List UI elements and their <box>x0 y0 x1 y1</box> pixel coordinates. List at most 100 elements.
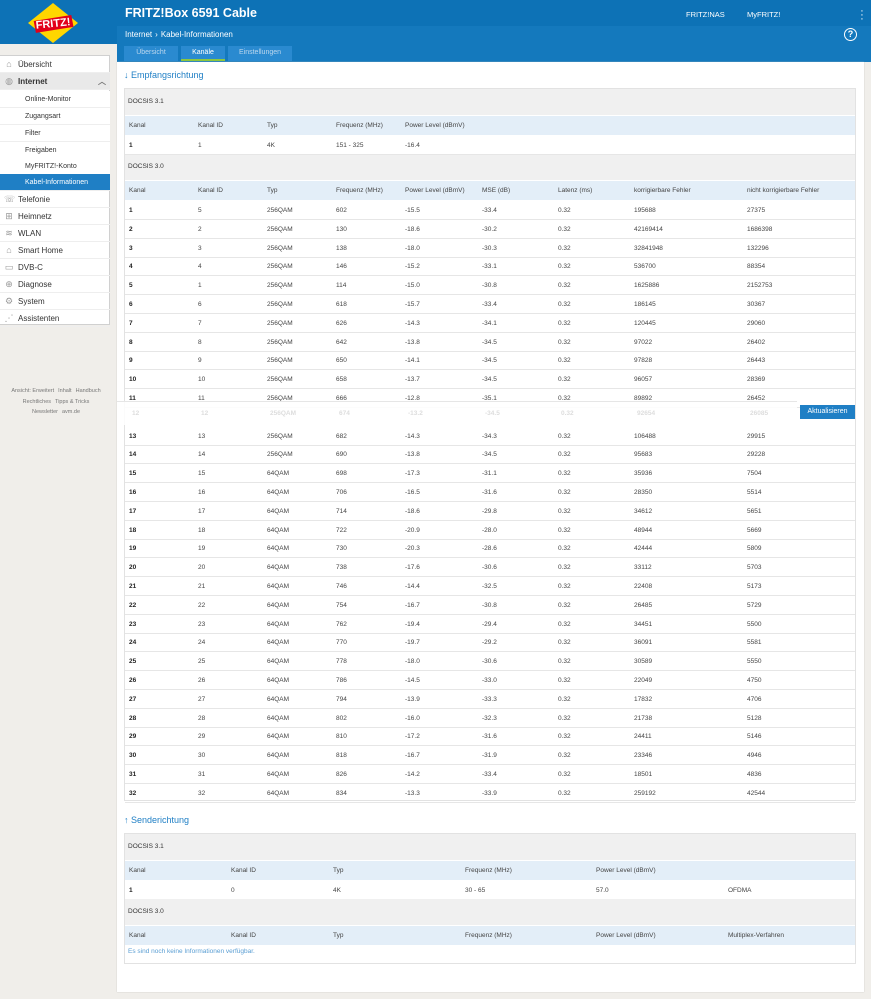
table-cell: 25 <box>198 658 206 666</box>
table-cell: 256QAM <box>267 207 293 214</box>
docsis30-up-label: DOCSIS 3.0 <box>125 899 855 925</box>
table-cell: 7 <box>198 319 202 327</box>
table-cell: -34.3 <box>482 432 497 440</box>
table-cell: 256QAM <box>267 301 293 308</box>
column-header: Kanal <box>129 122 146 129</box>
column-header: Frequenz (MHz) <box>336 187 383 194</box>
table-cell: 19 <box>198 545 206 553</box>
tab-channels[interactable]: Kanäle <box>181 46 225 61</box>
sidebar-item-filter[interactable]: Filter <box>0 125 110 142</box>
table-cell: 64QAM <box>267 620 290 628</box>
footer-link[interactable]: Inhalt <box>58 388 71 394</box>
sidebar-item-freigaben[interactable]: Freigaben <box>0 142 110 159</box>
table-cell: 64QAM <box>267 489 290 496</box>
sidebar-item-online-monitor[interactable]: Online-Monitor <box>0 91 110 108</box>
footer-link[interactable]: avm.de <box>62 409 80 415</box>
table-cell: 0.32 <box>558 507 571 515</box>
table-cell: 13 <box>129 432 137 440</box>
table-cell: 794 <box>336 695 347 703</box>
table-cell: 4 <box>129 263 133 271</box>
table-cell: 4836 <box>747 771 762 778</box>
table-cell: 602 <box>336 207 347 214</box>
sidebar-item-kabel-informationen[interactable]: Kabel-Informationen <box>0 174 110 191</box>
table-cell: -17.2 <box>405 733 420 741</box>
more-menu-icon[interactable]: · · · <box>859 6 865 25</box>
table-cell: 4706 <box>747 695 762 703</box>
footer-link[interactable]: Rechtliches <box>23 399 51 405</box>
table-cell: 5550 <box>747 658 762 666</box>
table-row: 21 21 64QAM 746 -14.4 -32.5 0.32 22408 5173 <box>125 577 855 596</box>
table-cell: -18.6 <box>405 507 420 515</box>
help-icon[interactable]: ? <box>844 28 857 41</box>
table-cell: 42169414 <box>634 225 663 233</box>
table-cell: -17.3 <box>405 470 420 478</box>
table-cell: 106488 <box>634 432 656 440</box>
table-cell: 29060 <box>747 319 766 327</box>
sidebar-item-diagnose[interactable]: ⊕ Diagnose <box>0 276 110 293</box>
fritz-nas-link[interactable]: FRITZ!NAS <box>686 10 725 19</box>
table-cell: 0.32 <box>558 470 571 478</box>
table-cell: -14.5 <box>405 677 420 684</box>
table-cell: 2 <box>198 225 202 233</box>
myfritz-link[interactable]: MyFRITZ! <box>747 10 780 19</box>
table-row: 17 17 64QAM 714 -18.6 -29.8 0.32 34612 5651 <box>125 502 855 521</box>
chevron-up-icon[interactable]: ︿ <box>98 73 106 90</box>
footer-link[interactable]: Tipps & Tricks <box>55 399 89 405</box>
table-cell: -13.7 <box>405 376 420 384</box>
sidebar-item-wlan[interactable]: ≋ WLAN <box>0 225 110 242</box>
table-cell: -32.5 <box>482 583 497 590</box>
table-cell: 256QAM <box>267 338 293 346</box>
table-cell: 786 <box>336 677 347 684</box>
column-header: Power Level (dBmV) <box>405 122 465 129</box>
footer-link[interactable]: Handbuch <box>76 388 101 394</box>
sidebar-item-label: Assistenten <box>18 314 60 323</box>
wifi-icon: ≋ <box>5 228 13 238</box>
sidebar-item-system[interactable]: ⚙ System <box>0 293 110 310</box>
fritz-logo[interactable]: FRITZ! <box>26 2 80 44</box>
sidebar-item-dvb-c[interactable]: ▭ DVB-C <box>0 259 110 276</box>
sidebar-item-zugangsart[interactable]: Zugangsart <box>0 108 110 125</box>
table-cell: 1686398 <box>747 225 773 233</box>
table-cell: -18.0 <box>405 658 420 666</box>
sidebar-item-label: DVB-C <box>18 263 43 272</box>
tv-icon: ▭ <box>4 262 14 272</box>
column-header: nicht korrigierbare Fehler <box>747 187 820 194</box>
sidebar-item-assistenten[interactable]: ⋰ Assistenten <box>0 310 110 327</box>
footer-link[interactable]: Newsletter <box>32 409 58 415</box>
table-row: 15 15 64QAM 698 -17.3 -31.1 0.32 35936 7504 <box>125 464 855 484</box>
footer-line: Ansicht: Erweitert Inhalt Handbuch <box>0 386 112 397</box>
sidebar-item-label: Telefonie <box>18 195 51 204</box>
sidebar-item-smart-home[interactable]: ⌂ Smart Home <box>0 242 110 259</box>
table-cell: 96057 <box>634 376 653 384</box>
table-cell: -29.2 <box>482 639 497 647</box>
table-cell: 64QAM <box>267 507 290 515</box>
sidebar-item-myfritz-konto[interactable]: MyFRITZ!-Konto <box>0 158 110 175</box>
table-cell: 256QAM <box>267 376 293 384</box>
refresh-button[interactable]: Aktualisieren <box>800 405 855 419</box>
sidebar-item-telefonie[interactable]: ☏ Telefonie <box>0 191 110 208</box>
downstream-heading: ↓ Empfangsrichtung <box>124 70 204 80</box>
tab-overview[interactable]: Übersicht <box>124 46 178 61</box>
table-row: 25 25 64QAM 778 -18.0 -30.6 0.32 30589 5550 <box>125 652 855 672</box>
table-row: 9 9 256QAM 650 -14.1 -34.5 0.32 97828 26443 <box>125 351 855 371</box>
table-cell: 64QAM <box>267 677 290 684</box>
sidebar-item-label: System <box>18 297 45 306</box>
column-header: MSE (dB) <box>482 187 511 194</box>
table-row: 16 16 64QAM 706 -16.5 -31.6 0.32 28350 5514 <box>125 483 855 502</box>
table-cell: 35936 <box>634 470 653 478</box>
table-cell: 256QAM <box>267 451 293 459</box>
table-cell: -14.2 <box>405 771 420 778</box>
globe-icon: ◍ <box>5 76 13 86</box>
chevron-right-icon: › <box>155 30 158 39</box>
footer-link[interactable]: Ansicht: Erweitert <box>11 388 54 394</box>
table-cell: 706 <box>336 489 347 496</box>
sidebar-item--bersicht[interactable]: ⌂ Übersicht <box>0 56 110 73</box>
table-cell: -33.0 <box>482 677 497 684</box>
breadcrumb-internet[interactable]: Internet <box>125 30 152 39</box>
sidebar-item-heimnetz[interactable]: ⊞ Heimnetz <box>0 208 110 225</box>
tab-settings[interactable]: Einstellungen <box>228 46 292 61</box>
table-cell: 626 <box>336 319 347 327</box>
table-cell: 6 <box>129 301 133 308</box>
sidebar-item-internet[interactable]: ◍ Internet ︿ <box>0 73 110 90</box>
table-row: 3 3 256QAM 138 -18.0 -30.3 0.32 32841948 132296 <box>125 239 855 258</box>
